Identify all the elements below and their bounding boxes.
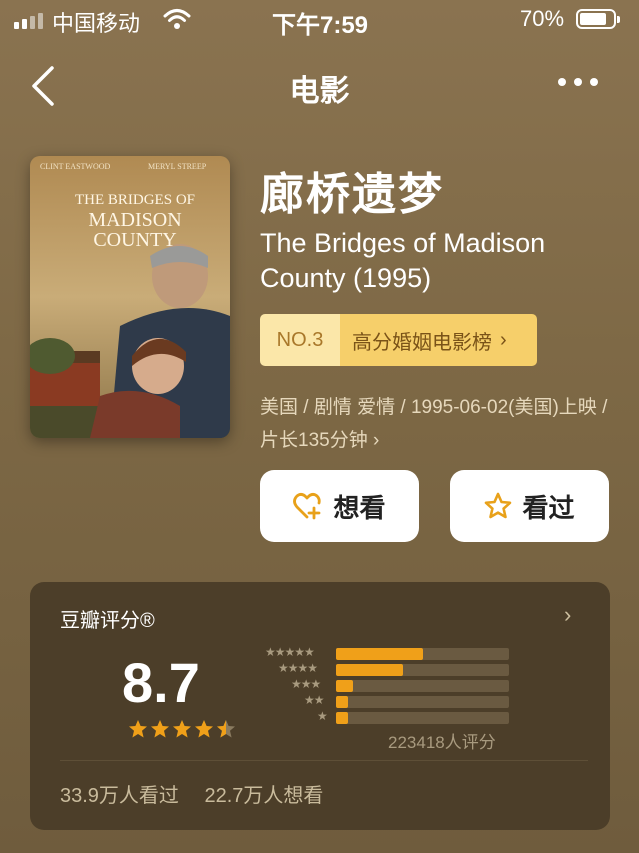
star-row-icon: ★★★ xyxy=(291,677,321,691)
rank-list-text: 高分婚姻电影榜 xyxy=(352,331,492,354)
rating-row-1-star: ★ xyxy=(250,709,550,724)
rating-bar-fill xyxy=(336,664,403,676)
status-bar: 中国移动 下午7:59 70% xyxy=(0,0,639,44)
rank-badge[interactable]: NO.3 高分婚姻电影榜 › xyxy=(260,314,537,366)
poster-title-line2: MADISON xyxy=(88,209,182,231)
douban-rating-card[interactable]: 豆瓣评分® › 8.7 ★★★★★ ★★★★ ★★★ ★★ ★ 223418人评分 33… xyxy=(30,582,610,830)
divider xyxy=(60,760,588,761)
rank-list-label: 高分婚姻电影榜 › xyxy=(340,314,537,366)
battery-icon xyxy=(576,9,620,29)
movie-title-cn: 廊桥遗梦 xyxy=(260,170,444,219)
watched-count: 33.9万人看过 xyxy=(60,785,179,807)
rating-bar-track xyxy=(336,648,509,660)
poster-title: THE BRIDGES OF MADISON COUNTY xyxy=(70,190,200,250)
watch-stats: 33.9万人看过 22.7万人想看 xyxy=(60,779,343,808)
rating-row-2-star: ★★ xyxy=(250,693,550,708)
signal-icon xyxy=(14,13,43,29)
rating-bar-track xyxy=(336,664,509,676)
rating-count: 223418人评分 xyxy=(388,733,496,752)
wish-count: 22.7万人想看 xyxy=(204,785,324,807)
rank-number: NO.3 xyxy=(260,314,340,366)
carrier-name: 中国移动 xyxy=(52,11,141,36)
star-row-icon: ★★★★★ xyxy=(265,645,315,659)
star-outline-icon xyxy=(485,492,512,519)
rating-row-3-star: ★★★ xyxy=(250,677,550,692)
heart-plus-icon xyxy=(293,493,322,520)
poster-title-line1: THE BRIDGES OF xyxy=(74,192,195,208)
star-row-icon: ★★ xyxy=(304,693,324,707)
star-row-icon: ★★★★ xyxy=(278,661,318,675)
chevron-right-icon[interactable]: › xyxy=(564,602,571,628)
more-dot-icon xyxy=(590,78,598,86)
want-to-watch-label: 想看 xyxy=(333,492,386,523)
poster-actor-right: MERYL STREEP xyxy=(148,162,207,171)
more-dot-icon xyxy=(574,78,582,86)
star-row-icon: ★ xyxy=(317,709,328,723)
rating-row-5-star: ★★★★★ xyxy=(250,645,550,660)
rating-stars-icon xyxy=(129,720,235,738)
poster-actor-left: CLINT EASTWOOD xyxy=(40,162,111,171)
rating-bar-fill xyxy=(336,712,348,724)
rating-bar-fill xyxy=(336,696,348,708)
want-to-watch-button[interactable]: 想看 xyxy=(260,470,419,542)
page-title: 电影 xyxy=(289,75,350,108)
wifi-icon xyxy=(163,8,191,35)
rating-bar-fill xyxy=(336,648,423,660)
watched-label: 看过 xyxy=(522,492,575,523)
more-options-button[interactable] xyxy=(558,78,598,86)
clock: 下午7:59 xyxy=(272,12,369,39)
rating-stars xyxy=(128,718,238,740)
more-dot-icon xyxy=(558,78,566,86)
rating-bar-track xyxy=(336,680,509,692)
rating-bar-track xyxy=(336,712,509,724)
movie-poster[interactable]: CLINT EASTWOOD MERYL STREEP THE BRIDGES … xyxy=(30,156,230,438)
movie-title-en: The Bridges of Madison County (1995) xyxy=(260,228,546,293)
rating-score: 8.7 xyxy=(122,651,200,714)
movie-meta-info[interactable]: 美国 / 剧情 爱情 / 1995-06-02(美国)上映 / 片长135分钟 … xyxy=(260,391,620,457)
watched-button[interactable]: 看过 xyxy=(450,470,609,542)
rating-title: 豆瓣评分® xyxy=(60,610,155,632)
rating-bar-fill xyxy=(336,680,353,692)
rating-bar-track xyxy=(336,696,509,708)
battery-percent: 70% xyxy=(520,6,565,31)
chevron-right-icon: › xyxy=(500,328,507,351)
poster-title-line3: COUNTY xyxy=(93,229,177,251)
rating-row-4-star: ★★★★ xyxy=(250,661,550,676)
